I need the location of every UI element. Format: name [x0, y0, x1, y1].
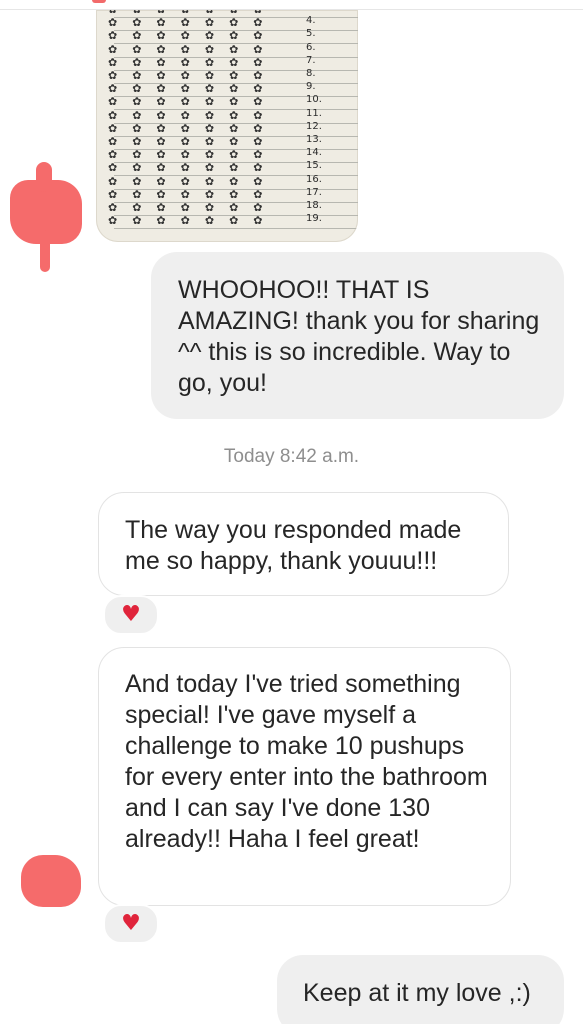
photo-row: ✿✿✿✿✿✿✿ 19.: [96, 213, 358, 230]
photo-row-number: 6.: [306, 41, 316, 53]
photo-row-number: 5.: [306, 28, 316, 40]
flower-doodles: ✿✿✿✿✿✿✿: [108, 82, 278, 96]
flower-doodles: ✿✿✿✿✿✿✿: [108, 135, 278, 148]
redaction-mark: [40, 230, 50, 272]
photo-row-number: 8.: [306, 68, 316, 79]
photo-row-number: 11.: [306, 107, 322, 119]
photo-row-number: 9.: [306, 81, 316, 93]
message-bubble-sent[interactable]: Keep at it my love ,:): [277, 955, 564, 1024]
flower-doodles: ✿✿✿✿✿✿✿: [108, 187, 278, 201]
flower-doodles: ✿✿✿✿✿✿✿: [108, 161, 278, 175]
timestamp: Today 8:42 a.m.: [223, 446, 360, 467]
flower-doodles: ✿✿✿✿✿✿✿: [108, 214, 278, 228]
photo-row-number: 3.: [306, 10, 316, 13]
message-bubble-sent[interactable]: WHOOHOO!! THAT IS AMAZING! thank you for…: [151, 252, 564, 419]
redaction-mark: [92, 0, 106, 3]
photo-row-number: 13.: [306, 134, 322, 145]
heart-icon: ♥: [121, 911, 141, 936]
message-text: The way you responded made me so happy, …: [125, 516, 462, 575]
avatar[interactable]: [10, 162, 82, 272]
flower-doodles: ✿✿✿✿✿✿✿: [108, 10, 278, 16]
reaction-badge[interactable]: ♥: [103, 904, 159, 944]
photo-row-number: 4.: [306, 15, 316, 27]
flower-doodles: ✿✿✿✿✿✿✿: [108, 55, 278, 69]
redaction-mark: [36, 162, 52, 192]
flower-doodles: ✿✿✿✿✿✿✿: [108, 108, 278, 122]
flower-doodles: ✿✿✿✿✿✿✿: [108, 174, 278, 188]
message-text: WHOOHOO!! THAT IS AMAZING! thank you for…: [178, 276, 540, 397]
flower-doodles: ✿✿✿✿✿✿✿: [108, 16, 278, 30]
flower-doodles: ✿✿✿✿✿✿✿: [108, 69, 278, 82]
avatar[interactable]: [21, 855, 81, 907]
photo-row-number: 17.: [306, 186, 322, 198]
photo-row-number: 7.: [306, 54, 316, 66]
photo-row-number: 15.: [306, 160, 322, 172]
flower-doodles: ✿✿✿✿✿✿✿: [108, 95, 278, 109]
photo-attachment[interactable]: ✿✿✿✿✿✿✿ 3. ✿✿✿✿✿✿✿ 4. ✿✿✿✿✿✿✿ 5. ✿✿✿✿✿✿✿ 6. ✿✿✿✿…: [96, 10, 358, 242]
heart-icon: ♥: [121, 602, 141, 627]
reaction-badge[interactable]: ♥: [103, 595, 159, 635]
flower-doodles: ✿✿✿✿✿✿✿: [108, 201, 278, 214]
message-text: Keep at it my love ,:): [303, 979, 531, 1007]
flower-doodles: ✿✿✿✿✿✿✿: [108, 121, 278, 135]
photo-row-number: 19.: [306, 213, 322, 225]
message-text: And today I've tried something special! …: [125, 670, 488, 853]
photo-rule-line: [114, 228, 358, 230]
flower-doodles: ✿✿✿✿✿✿✿: [108, 148, 278, 162]
message-bubble-received[interactable]: And today I've tried something special! …: [98, 647, 511, 906]
flower-doodles: ✿✿✿✿✿✿✿: [108, 29, 278, 43]
photo-row-number: 18.: [306, 200, 322, 211]
chat-thread: ✿✿✿✿✿✿✿ 3. ✿✿✿✿✿✿✿ 4. ✿✿✿✿✿✿✿ 5. ✿✿✿✿✿✿✿ 6. ✿✿✿✿…: [0, 0, 583, 1024]
flower-doodles: ✿✿✿✿✿✿✿: [108, 42, 278, 56]
photo-row-number: 10.: [306, 94, 322, 106]
photo-row-number: 16.: [306, 173, 322, 185]
photo-row-number: 14.: [306, 147, 322, 159]
photo-row-number: 12.: [306, 120, 322, 132]
message-bubble-received[interactable]: The way you responded made me so happy, …: [98, 492, 509, 596]
